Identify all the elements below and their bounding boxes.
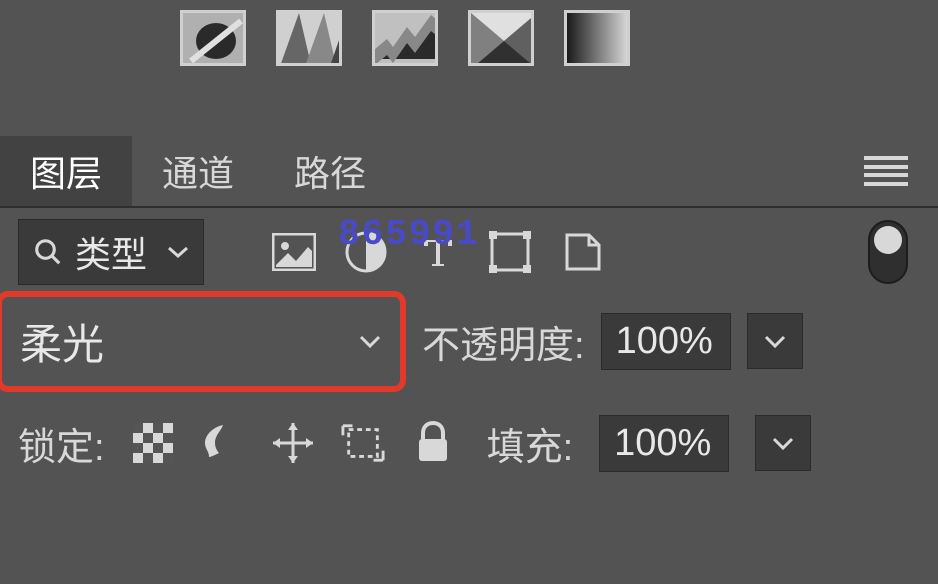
tab-label: 通道 (162, 145, 234, 197)
fill-value-input[interactable]: 100% (599, 415, 729, 472)
preset-thumb-3[interactable] (372, 10, 438, 66)
chevron-down-icon (167, 245, 189, 259)
tab-label: 路径 (294, 145, 366, 197)
opacity-label: 不透明度: (422, 314, 585, 369)
filter-toggle[interactable] (868, 220, 908, 284)
preset-thumb-1[interactable] (180, 10, 246, 66)
preset-thumb-2[interactable] (276, 10, 342, 66)
watermark-text: 865991 (338, 214, 480, 255)
chevron-down-icon (763, 333, 787, 349)
chevron-down-icon (358, 333, 382, 349)
tab-label: 图层 (30, 145, 102, 197)
lock-position-icon[interactable] (271, 421, 315, 465)
preset-thumb-4[interactable] (468, 10, 534, 66)
filter-kind-label: 类型 (75, 226, 147, 278)
search-icon (33, 237, 63, 267)
filter-pixel-icon[interactable] (272, 230, 316, 274)
blend-mode-dropdown[interactable]: 柔光 (0, 291, 406, 392)
preset-thumb-5[interactable] (564, 10, 630, 66)
lock-transparent-icon[interactable] (131, 421, 175, 465)
opacity-value-input[interactable]: 100% (601, 313, 731, 370)
panel-menu-icon[interactable] (864, 156, 908, 186)
chevron-down-icon (771, 435, 795, 451)
lock-label: 锁定: (18, 416, 105, 471)
tab-layers[interactable]: 图层 (0, 136, 132, 206)
filter-kind-dropdown[interactable]: 类型 (18, 219, 204, 285)
lock-all-icon[interactable] (411, 421, 455, 465)
opacity-dropdown[interactable] (747, 313, 803, 369)
lock-image-icon[interactable] (201, 421, 245, 465)
tab-channels[interactable]: 通道 (132, 136, 264, 206)
filter-smartobject-icon[interactable] (560, 230, 604, 274)
lock-artboard-icon[interactable] (341, 421, 385, 465)
fill-label: 填充: (487, 416, 574, 471)
filter-shape-icon[interactable] (488, 230, 532, 274)
tab-paths[interactable]: 路径 (264, 136, 396, 206)
fill-dropdown[interactable] (755, 415, 811, 471)
blend-mode-value: 柔光 (20, 311, 104, 372)
